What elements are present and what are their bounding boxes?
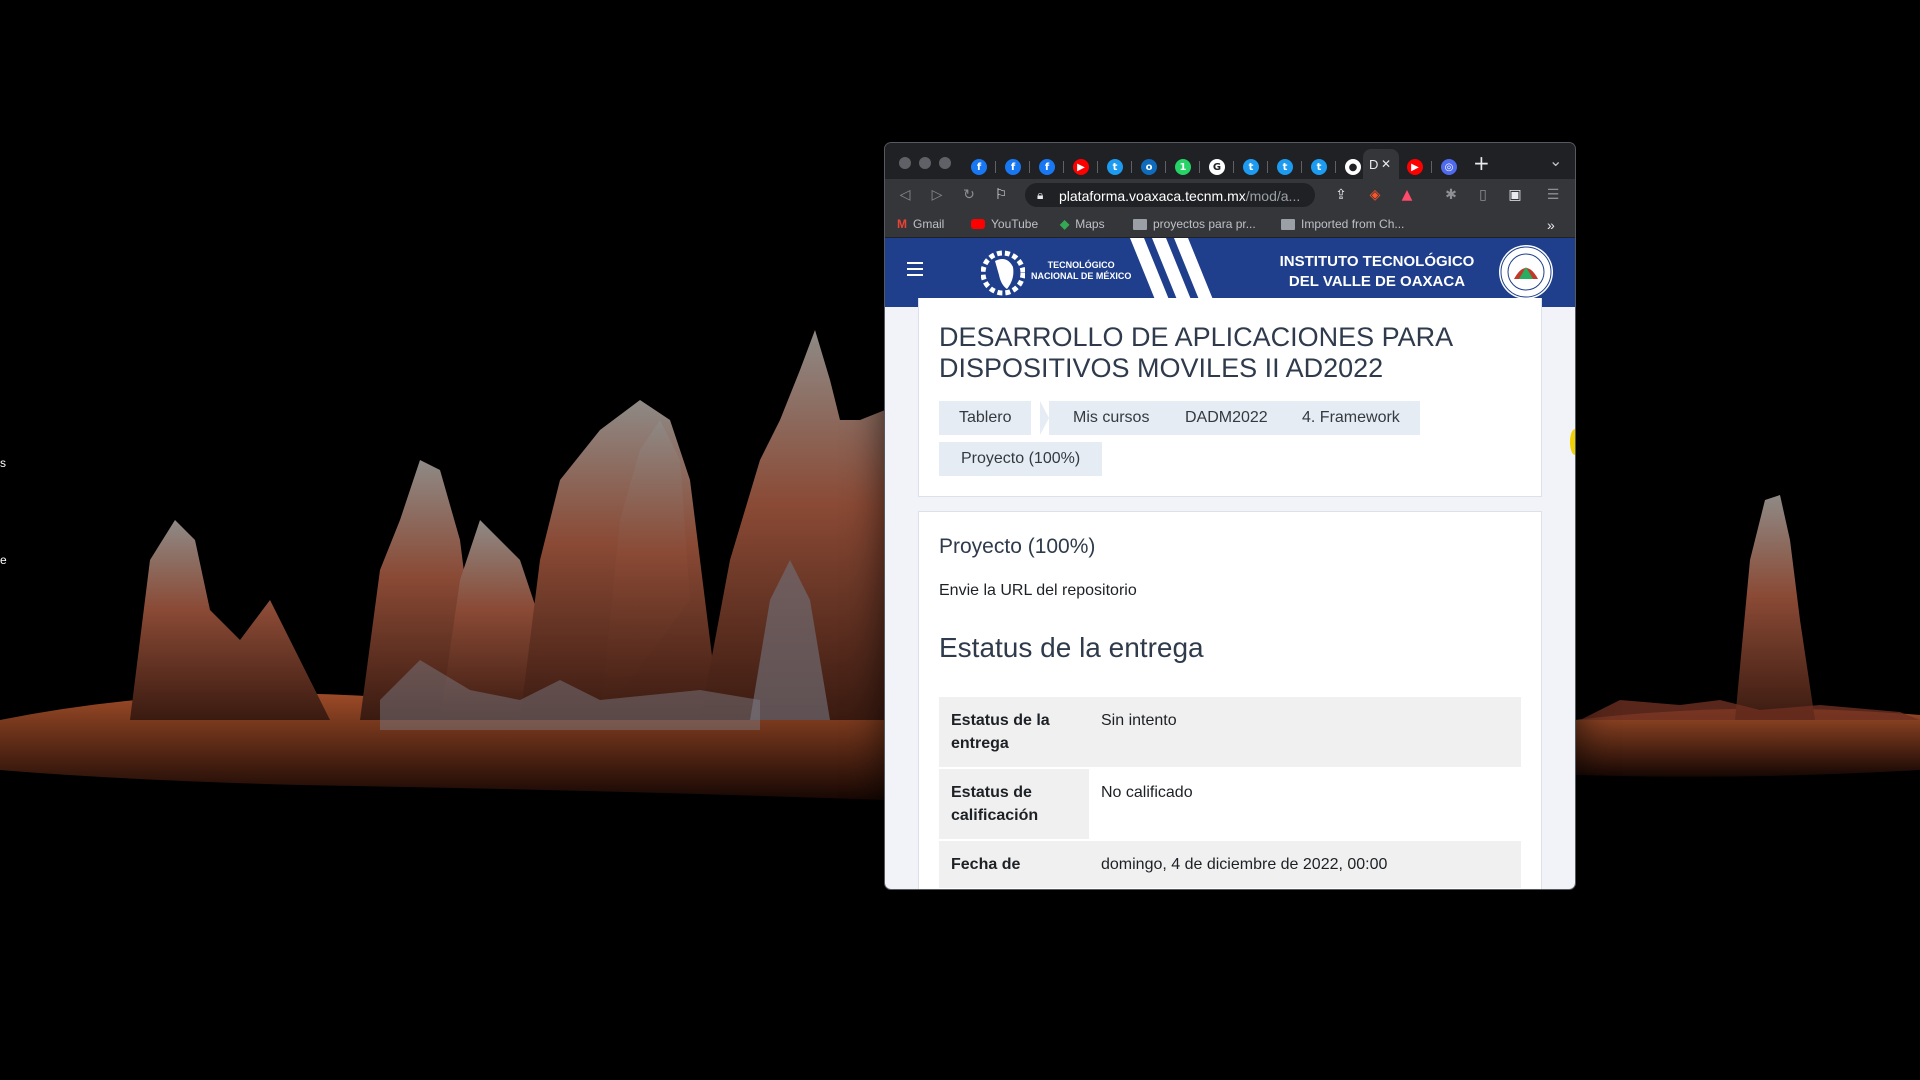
tab-strip: f f f ▶ t o 1 Gt t t ● ▶ ◎ D ✕ + ⌄ (885, 143, 1575, 179)
maps-icon: ◆ (1060, 217, 1070, 231)
tab-separator (1267, 161, 1268, 173)
table-row: Fecha de domingo, 4 de diciembre de 2022… (939, 840, 1521, 889)
site-header: TECNOLÓGICO NACIONAL DE MÉXICO INSTITUTO… (885, 238, 1575, 307)
breadcrumb-item[interactable]: 4. Framework (1278, 401, 1420, 435)
browser-toolbar: ◁ ▷ ↻ ⚐ 🔒︎ plataforma.voaxaca.tecnm.mx/m… (885, 179, 1575, 211)
tab-separator (1233, 161, 1234, 173)
tab-separator (1131, 161, 1132, 173)
maximize-window-button[interactable] (939, 157, 951, 169)
youtube-icon (971, 219, 985, 229)
course-header-card: DESARROLLO DE APLICACIONES PARA DISPOSIT… (918, 298, 1542, 497)
brave-rewards-icon[interactable]: ▲ (1399, 187, 1415, 203)
whatsapp-icon[interactable]: 1 (1175, 159, 1191, 175)
folder-icon (1281, 218, 1295, 230)
institute-name: INSTITUTO TECNOLÓGICO DEL VALLE DE OAXAC… (1279, 253, 1475, 290)
bookmark-youtube[interactable]: YouTube (971, 217, 1038, 231)
minimize-window-button[interactable] (919, 157, 931, 169)
chromium-icon[interactable]: ◎ (1441, 159, 1457, 175)
bookmark-icon[interactable]: ⚐ (993, 187, 1009, 203)
folder-icon (1133, 218, 1147, 230)
twitter-icon[interactable]: t (1277, 159, 1293, 175)
tab-separator (1301, 161, 1302, 173)
facebook-icon[interactable]: f (1039, 159, 1055, 175)
breadcrumb-current: Proyecto (100%) (939, 442, 1103, 476)
github-icon[interactable]: ● (1345, 159, 1361, 175)
table-row: Estatus de la entrega Sin intento (939, 697, 1521, 768)
hamburger-menu-icon[interactable] (907, 262, 923, 280)
tab-separator (1097, 161, 1098, 173)
status-key: Fecha de (951, 856, 1021, 873)
table-row: Estatus de calificación No calificado (939, 768, 1521, 840)
youtube-icon[interactable]: ▶ (1073, 159, 1089, 175)
sidebar-icon[interactable]: ▯ (1475, 187, 1491, 203)
submission-status-table: Estatus de la entrega Sin intento Estatu… (939, 697, 1521, 889)
url-text: plataforma.voaxaca.tecnm.mx/mod/a... (1059, 188, 1301, 204)
gmail-icon: M (897, 217, 907, 231)
assignment-description: Envie la URL del repositorio (939, 582, 1137, 599)
tab-separator (1199, 161, 1200, 173)
desktop-text-fragment: e (0, 553, 7, 567)
wallet-icon[interactable]: ▣ (1507, 187, 1523, 203)
outlook-icon[interactable]: o (1141, 159, 1157, 175)
back-icon[interactable]: ◁ (897, 187, 913, 203)
bookmarks-bar: M Gmail YouTube ◆ Maps proyectos para pr… (885, 211, 1575, 238)
tab-separator (1335, 161, 1336, 173)
google-icon[interactable]: G (1209, 159, 1225, 175)
institute-seal (1499, 245, 1553, 299)
facebook-icon[interactable]: f (1005, 159, 1021, 175)
bookmark-maps[interactable]: ◆ Maps (1060, 217, 1105, 231)
assignment-title: Proyecto (100%) (939, 535, 1096, 558)
forward-icon[interactable]: ▷ (929, 187, 945, 203)
breadcrumb-separator (1152, 401, 1161, 435)
twitter-icon[interactable]: t (1311, 159, 1327, 175)
tecnm-text: TECNOLÓGICO NACIONAL DE MÉXICO (1031, 260, 1132, 281)
header-stripes (1130, 238, 1216, 307)
breadcrumb-separator (1411, 401, 1420, 435)
extensions-icon[interactable]: ✱ (1443, 187, 1459, 203)
active-tab-title: D (1369, 157, 1379, 172)
course-title: DESARROLLO DE APLICACIONES PARA DISPOSIT… (939, 322, 1452, 383)
tab-separator (1431, 161, 1432, 173)
address-bar[interactable]: 🔒︎ plataforma.voaxaca.tecnm.mx/mod/a... (1025, 183, 1315, 207)
tecnm-logo (981, 250, 1025, 296)
breadcrumb-item[interactable]: Tablero (939, 401, 1032, 435)
lock-icon: 🔒︎ (1037, 188, 1044, 202)
submission-status-heading: Estatus de la entrega (939, 632, 1204, 663)
status-key: Estatus de calificación (951, 784, 1039, 824)
new-tab-button[interactable]: + (1473, 151, 1490, 175)
status-value: domingo, 4 de diciembre de 2022, 00:00 (1089, 840, 1521, 889)
tab-close-icon[interactable]: ✕ (1381, 157, 1391, 171)
browser-window: f f f ▶ t o 1 Gt t t ● ▶ ◎ D ✕ + ⌄ ◁ ▷ ↻ ⚐ 🔒︎ plataf… (885, 143, 1575, 889)
brave-shields-icon[interactable]: ◈ (1367, 187, 1383, 203)
status-value: No calificado (1089, 768, 1521, 840)
reload-icon[interactable]: ↻ (961, 187, 977, 203)
active-tab[interactable]: D ✕ (1363, 149, 1399, 179)
floating-chat-icon[interactable] (1570, 429, 1575, 455)
assignment-card: Proyecto (100%) Envie la URL del reposit… (918, 511, 1542, 889)
close-window-button[interactable] (899, 157, 911, 169)
status-value: Sin intento (1089, 697, 1521, 768)
tab-separator (1165, 161, 1166, 173)
tab-separator (1029, 161, 1030, 173)
menu-icon[interactable]: ☰ (1545, 187, 1561, 203)
facebook-icon[interactable]: f (971, 159, 987, 175)
status-key: Estatus de la entrega (951, 712, 1050, 752)
breadcrumb-separator (1040, 401, 1049, 435)
desktop-text-fragment: s (0, 456, 6, 470)
tab-separator (1063, 161, 1064, 173)
share-icon[interactable]: ⇪ (1333, 187, 1349, 203)
bookmark-gmail[interactable]: M Gmail (897, 217, 944, 231)
bookmarks-overflow-button[interactable]: » (1547, 217, 1555, 233)
breadcrumb-separator (1269, 401, 1278, 435)
bookmark-folder-proyectos[interactable]: proyectos para pr... (1133, 217, 1256, 231)
web-page: TECNOLÓGICO NACIONAL DE MÉXICO INSTITUTO… (885, 238, 1575, 889)
tab-separator (995, 161, 996, 173)
youtube-icon[interactable]: ▶ (1407, 159, 1423, 175)
tab-search-chevron-icon[interactable]: ⌄ (1549, 151, 1562, 170)
twitter-icon[interactable]: t (1243, 159, 1259, 175)
bookmark-folder-imported[interactable]: Imported from Ch... (1281, 217, 1404, 231)
twitter-icon[interactable]: t (1107, 159, 1123, 175)
